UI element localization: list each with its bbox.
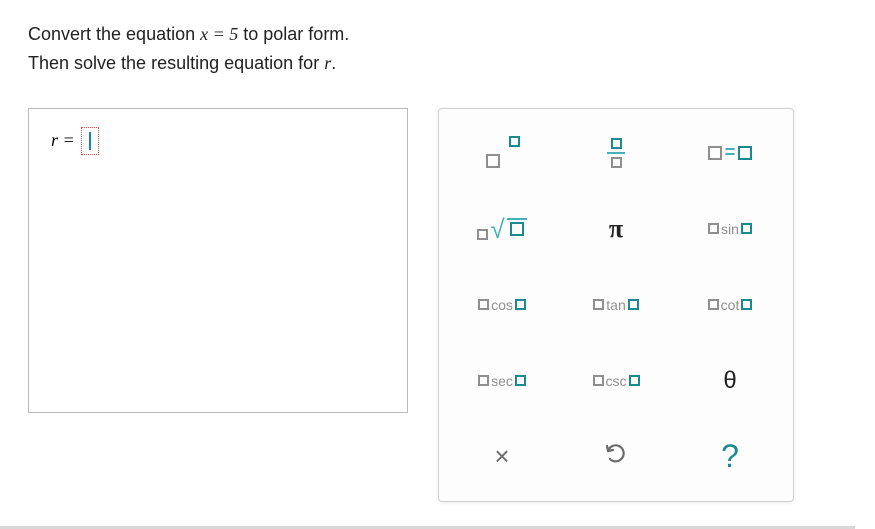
answer-box: r = (28, 108, 408, 413)
sin-icon: sin (708, 221, 752, 237)
keypad: = √ π sin (438, 108, 794, 502)
key-sec[interactable]: sec (447, 345, 557, 417)
key-fraction[interactable] (561, 117, 671, 189)
key-sqrt[interactable]: √ (447, 193, 557, 265)
key-cot[interactable]: cot (675, 269, 785, 341)
answer-expression: r = (51, 127, 385, 155)
key-sin[interactable]: sin (675, 193, 785, 265)
question-line1-pre: Convert the equation (28, 24, 200, 44)
help-icon: ? (721, 438, 739, 475)
question-line1-post: to polar form. (238, 24, 349, 44)
key-csc[interactable]: csc (561, 345, 671, 417)
undo-icon (604, 441, 628, 472)
key-power[interactable] (447, 117, 557, 189)
clear-icon: × (494, 441, 509, 472)
answer-prefix: r = (51, 130, 75, 151)
key-clear[interactable]: × (447, 421, 557, 493)
sec-icon: sec (478, 373, 526, 389)
tan-icon: tan (593, 297, 638, 313)
cot-icon: cot (708, 297, 753, 313)
question-equation: x = 5 (200, 24, 238, 44)
question-text: Convert the equation x = 5 to polar form… (28, 20, 847, 78)
equals-icon: = (708, 142, 753, 163)
key-cos[interactable]: cos (447, 269, 557, 341)
theta-icon: θ (723, 367, 736, 395)
key-help[interactable]: ? (675, 421, 785, 493)
question-line2-post: . (331, 53, 336, 73)
cos-icon: cos (478, 297, 526, 313)
key-pi[interactable]: π (561, 193, 671, 265)
question-line2-pre: Then solve the resulting equation for (28, 53, 324, 73)
key-theta[interactable]: θ (675, 345, 785, 417)
fraction-icon (607, 138, 625, 168)
key-equals[interactable]: = (675, 117, 785, 189)
answer-input[interactable] (81, 127, 99, 155)
pi-icon: π (609, 214, 623, 244)
key-tan[interactable]: tan (561, 269, 671, 341)
key-undo[interactable] (561, 421, 671, 493)
power-icon (484, 138, 520, 168)
sqrt-icon: √ (477, 216, 526, 242)
csc-icon: csc (593, 373, 640, 389)
